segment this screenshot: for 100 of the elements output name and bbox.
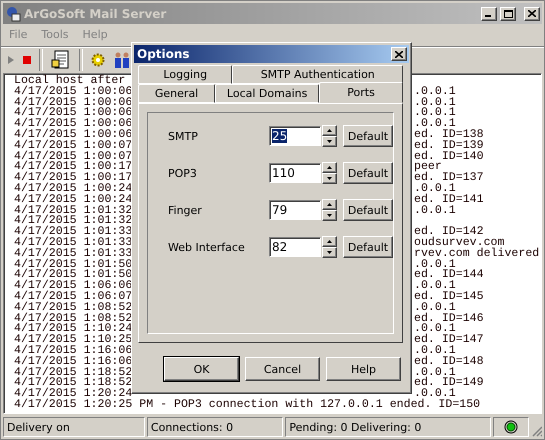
users-icon[interactable] (113, 51, 131, 69)
tab[interactable]: Ports (319, 82, 403, 103)
log-line: ed. ID=146 (414, 314, 484, 324)
log-line: ed. ID=148 (414, 356, 484, 368)
log-line: .0.0.1 (414, 302, 456, 314)
spin-down-button[interactable] (322, 173, 337, 184)
up-arrow-icon (327, 240, 332, 243)
down-arrow-icon (327, 140, 332, 143)
port-field[interactable]: 110 (269, 163, 321, 183)
window-title: ArGoSoft Mail Server (24, 6, 168, 20)
size-grip-icon[interactable] (531, 425, 542, 437)
tab[interactable]: SMTP Authentication (232, 65, 403, 84)
log-line: 4/17/2015 1:16:06 (14, 356, 132, 368)
minimize-button[interactable] (481, 6, 497, 20)
port-label: Web Interface (168, 240, 246, 254)
spin-down-button[interactable] (322, 210, 337, 221)
log-line: ed. ID=139 (414, 140, 484, 152)
log-line: ed. ID=137 (414, 173, 484, 184)
log-line: .0.0.1 (414, 389, 456, 400)
play-icon[interactable] (7, 55, 15, 65)
log-line: 4/17/2015 1:20:24 (14, 389, 132, 400)
log-line: 4/17/2015 1:06:07 (14, 292, 132, 303)
log-line: ed. ID=140 (414, 152, 484, 162)
default-button[interactable]: Default (343, 199, 393, 221)
close-icon (395, 50, 403, 58)
log-line: 4/17/2015 1:06:06 (14, 281, 132, 292)
log-line: ed. ID=142 (414, 227, 484, 238)
port-label: Finger (168, 204, 203, 216)
log-line: .0.0.1 (414, 86, 456, 98)
spin-up-button[interactable] (322, 199, 337, 210)
log-line: .0.0.1 (414, 324, 456, 336)
port-label: SMTP (168, 130, 199, 142)
log-line: rvev.com delivered (414, 248, 540, 260)
spin-up-button[interactable] (322, 162, 337, 173)
port-field[interactable]: 82 (269, 237, 321, 257)
log-line: 4/17/2015 1:00:24 (14, 184, 132, 195)
tab[interactable]: General (138, 84, 216, 103)
up-arrow-icon (327, 203, 332, 206)
port-field[interactable]: 25 (269, 126, 321, 146)
log-line: 4/17/2015 1:01:33 (14, 248, 132, 260)
spin-down-button[interactable] (322, 247, 337, 258)
close-icon (528, 10, 536, 17)
document-icon[interactable] (51, 50, 71, 70)
up-arrow-icon (327, 129, 332, 132)
default-button[interactable]: Default (343, 162, 393, 184)
log-line: 4/17/2015 1:00:17 (14, 173, 132, 184)
log-line: 4/17/2015 1:01:33 (14, 238, 132, 249)
log-line: 4/17/2015 1:00:06 (14, 119, 132, 130)
log-line: .0.0.1 (414, 281, 456, 292)
log-line: 4/17/2015 1:00:24 (14, 194, 132, 206)
log-line: .0.0.1 (414, 260, 456, 270)
maximize-icon (504, 10, 512, 18)
log-line: 4/17/2015 1:08:52 (14, 302, 132, 314)
log-line: .0.0.1 (414, 98, 456, 108)
log-line: 4/17/2015 1:00:06 (14, 86, 132, 98)
log-line: ed. ID=138 (414, 130, 484, 141)
log-line: .0.0.1 (414, 108, 456, 120)
dialog-button[interactable]: OK (164, 357, 239, 381)
default-button[interactable]: Default (343, 236, 393, 258)
log-line: 4/17/2015 1:10:25 (14, 335, 132, 346)
status-pane: Delivery on (3, 417, 145, 437)
log-line: 4/17/2015 1:20:25 PM - POP3 connection with 127.0.0.1 ended. ID=150 (14, 400, 480, 411)
log-line: 4/17/2015 1:01:33 (14, 227, 132, 238)
log-line: ed. ID=145 (414, 292, 484, 303)
maximize-button[interactable] (500, 6, 516, 20)
up-arrow-icon (327, 166, 332, 169)
log-line: ed. ID=147 (414, 335, 484, 346)
log-line: ed. ID=149 (414, 378, 484, 390)
log-line: 4/17/2015 1:00:07 (14, 140, 132, 152)
status-pane: Pending: 0 Delivering: 0 (285, 417, 492, 437)
tab[interactable]: Logging (138, 65, 232, 84)
spin-down-button[interactable] (322, 136, 337, 147)
log-line: .0.0.1 (414, 206, 456, 216)
port-label: POP3 (168, 166, 198, 180)
log-line: 4/17/2015 1:00:06 (14, 130, 132, 141)
spin-up-button[interactable] (322, 125, 337, 136)
log-line: .0.0.1 (414, 346, 456, 357)
log-line: .0.0.1 (414, 184, 456, 195)
log-line: .0.0.1 (414, 368, 456, 378)
down-arrow-icon (327, 214, 332, 217)
log-line: ed. ID=144 (414, 270, 484, 282)
log-line: Local host after (14, 76, 126, 87)
log-line: .0.0.1 (414, 119, 456, 130)
down-arrow-icon (327, 251, 332, 254)
dialog-close-button[interactable] (391, 47, 407, 61)
gear-icon[interactable] (91, 53, 105, 67)
port-field[interactable]: 79 (269, 200, 321, 220)
status-indicator (493, 417, 529, 437)
close-button[interactable] (524, 6, 540, 20)
dialog-button[interactable]: Help (326, 357, 401, 381)
spin-up-button[interactable] (322, 236, 337, 247)
dialog-button[interactable]: Cancel (245, 357, 320, 381)
log-line: 4/17/2015 1:16:06 (14, 346, 132, 357)
log-line: oudsurvev.com (414, 238, 504, 249)
tab[interactable]: Local Domains (215, 84, 320, 103)
log-line: ed. ID=141 (414, 194, 484, 206)
dialog-title: Options (137, 47, 191, 61)
app-icon (5, 6, 21, 22)
default-button[interactable]: Default (343, 125, 393, 147)
status-pane: Connections: 0 (146, 417, 284, 437)
